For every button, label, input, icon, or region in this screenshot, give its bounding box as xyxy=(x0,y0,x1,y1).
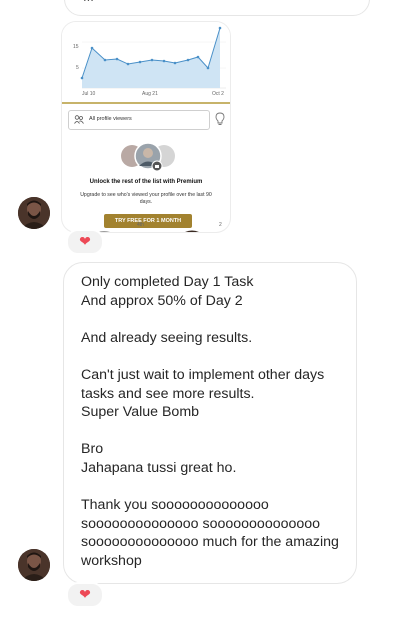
peek-text-2: 2 xyxy=(219,222,222,228)
profile-viewers-filter: All profile viewers xyxy=(68,110,210,130)
text-message-bubble[interactable]: Only completed Day 1 Task And approx 50%… xyxy=(63,262,357,584)
x-tick: Jul 10 xyxy=(82,91,96,97)
message-line: Jahapana tussi great ho. xyxy=(81,459,237,476)
message-line: Can't just wait to implement other days xyxy=(81,366,325,383)
message-line: Only completed Day 1 Task xyxy=(81,274,254,290)
next-viewers-peek xyxy=(98,230,199,232)
divider xyxy=(62,102,230,104)
message-line: soooooooooooooo much for the amazing xyxy=(81,534,339,551)
message-line: Bro xyxy=(81,441,104,458)
peek-text: 4th xyxy=(137,222,144,228)
previous-message-text: ... xyxy=(83,0,94,4)
y-tick: 5 xyxy=(76,65,79,71)
message-line: And already seeing results. xyxy=(81,329,253,346)
upgrade-text: Upgrade to see who's viewed your profile… xyxy=(72,192,220,206)
reaction-badge[interactable]: ❤ xyxy=(66,582,104,608)
previous-message-bubble[interactable]: ... xyxy=(64,0,370,16)
unlock-title: Unlock the rest of the list with Premium xyxy=(89,179,203,185)
sender-avatar[interactable] xyxy=(18,197,50,229)
lightbulb-icon xyxy=(215,112,225,125)
message-line: tasks and see more results. xyxy=(81,385,255,402)
heart-icon: ❤ xyxy=(79,234,91,250)
message-line xyxy=(81,422,349,441)
message-line xyxy=(81,478,349,497)
message-line: workshop xyxy=(81,552,142,569)
blurred-viewer-avatars xyxy=(121,142,175,172)
x-tick: Aug 21 xyxy=(142,91,158,97)
sender-avatar[interactable] xyxy=(18,549,50,581)
message-text: Only completed Day 1 Task And approx 50%… xyxy=(81,273,349,571)
message-line: soooooooooooooo soooooooooooooo xyxy=(81,515,321,532)
shared-image-message[interactable]: 15 5 Jul 10 Aug 21 Oct 2 All profile vie… xyxy=(62,22,230,232)
y-tick: 15 xyxy=(73,44,79,50)
message-line xyxy=(81,310,349,329)
message-line: And approx 50% of Day 2 xyxy=(81,292,243,309)
upgrade-text-line1: Upgrade to see who's viewed your profile… xyxy=(80,192,212,198)
x-tick: Oct 2 xyxy=(212,91,224,97)
message-line: Thank you soooooooooooooo xyxy=(81,497,269,514)
message-line xyxy=(81,347,349,366)
message-line: Super Value Bomb xyxy=(81,404,200,421)
profile-views-chart: 15 5 Jul 10 Aug 21 Oct 2 xyxy=(62,22,230,100)
filter-label: All profile viewers xyxy=(89,116,132,122)
upgrade-text-line2: days. xyxy=(139,199,153,205)
people-icon xyxy=(74,115,84,124)
heart-icon: ❤ xyxy=(79,587,91,603)
reaction-badge[interactable]: ❤ xyxy=(66,229,104,255)
